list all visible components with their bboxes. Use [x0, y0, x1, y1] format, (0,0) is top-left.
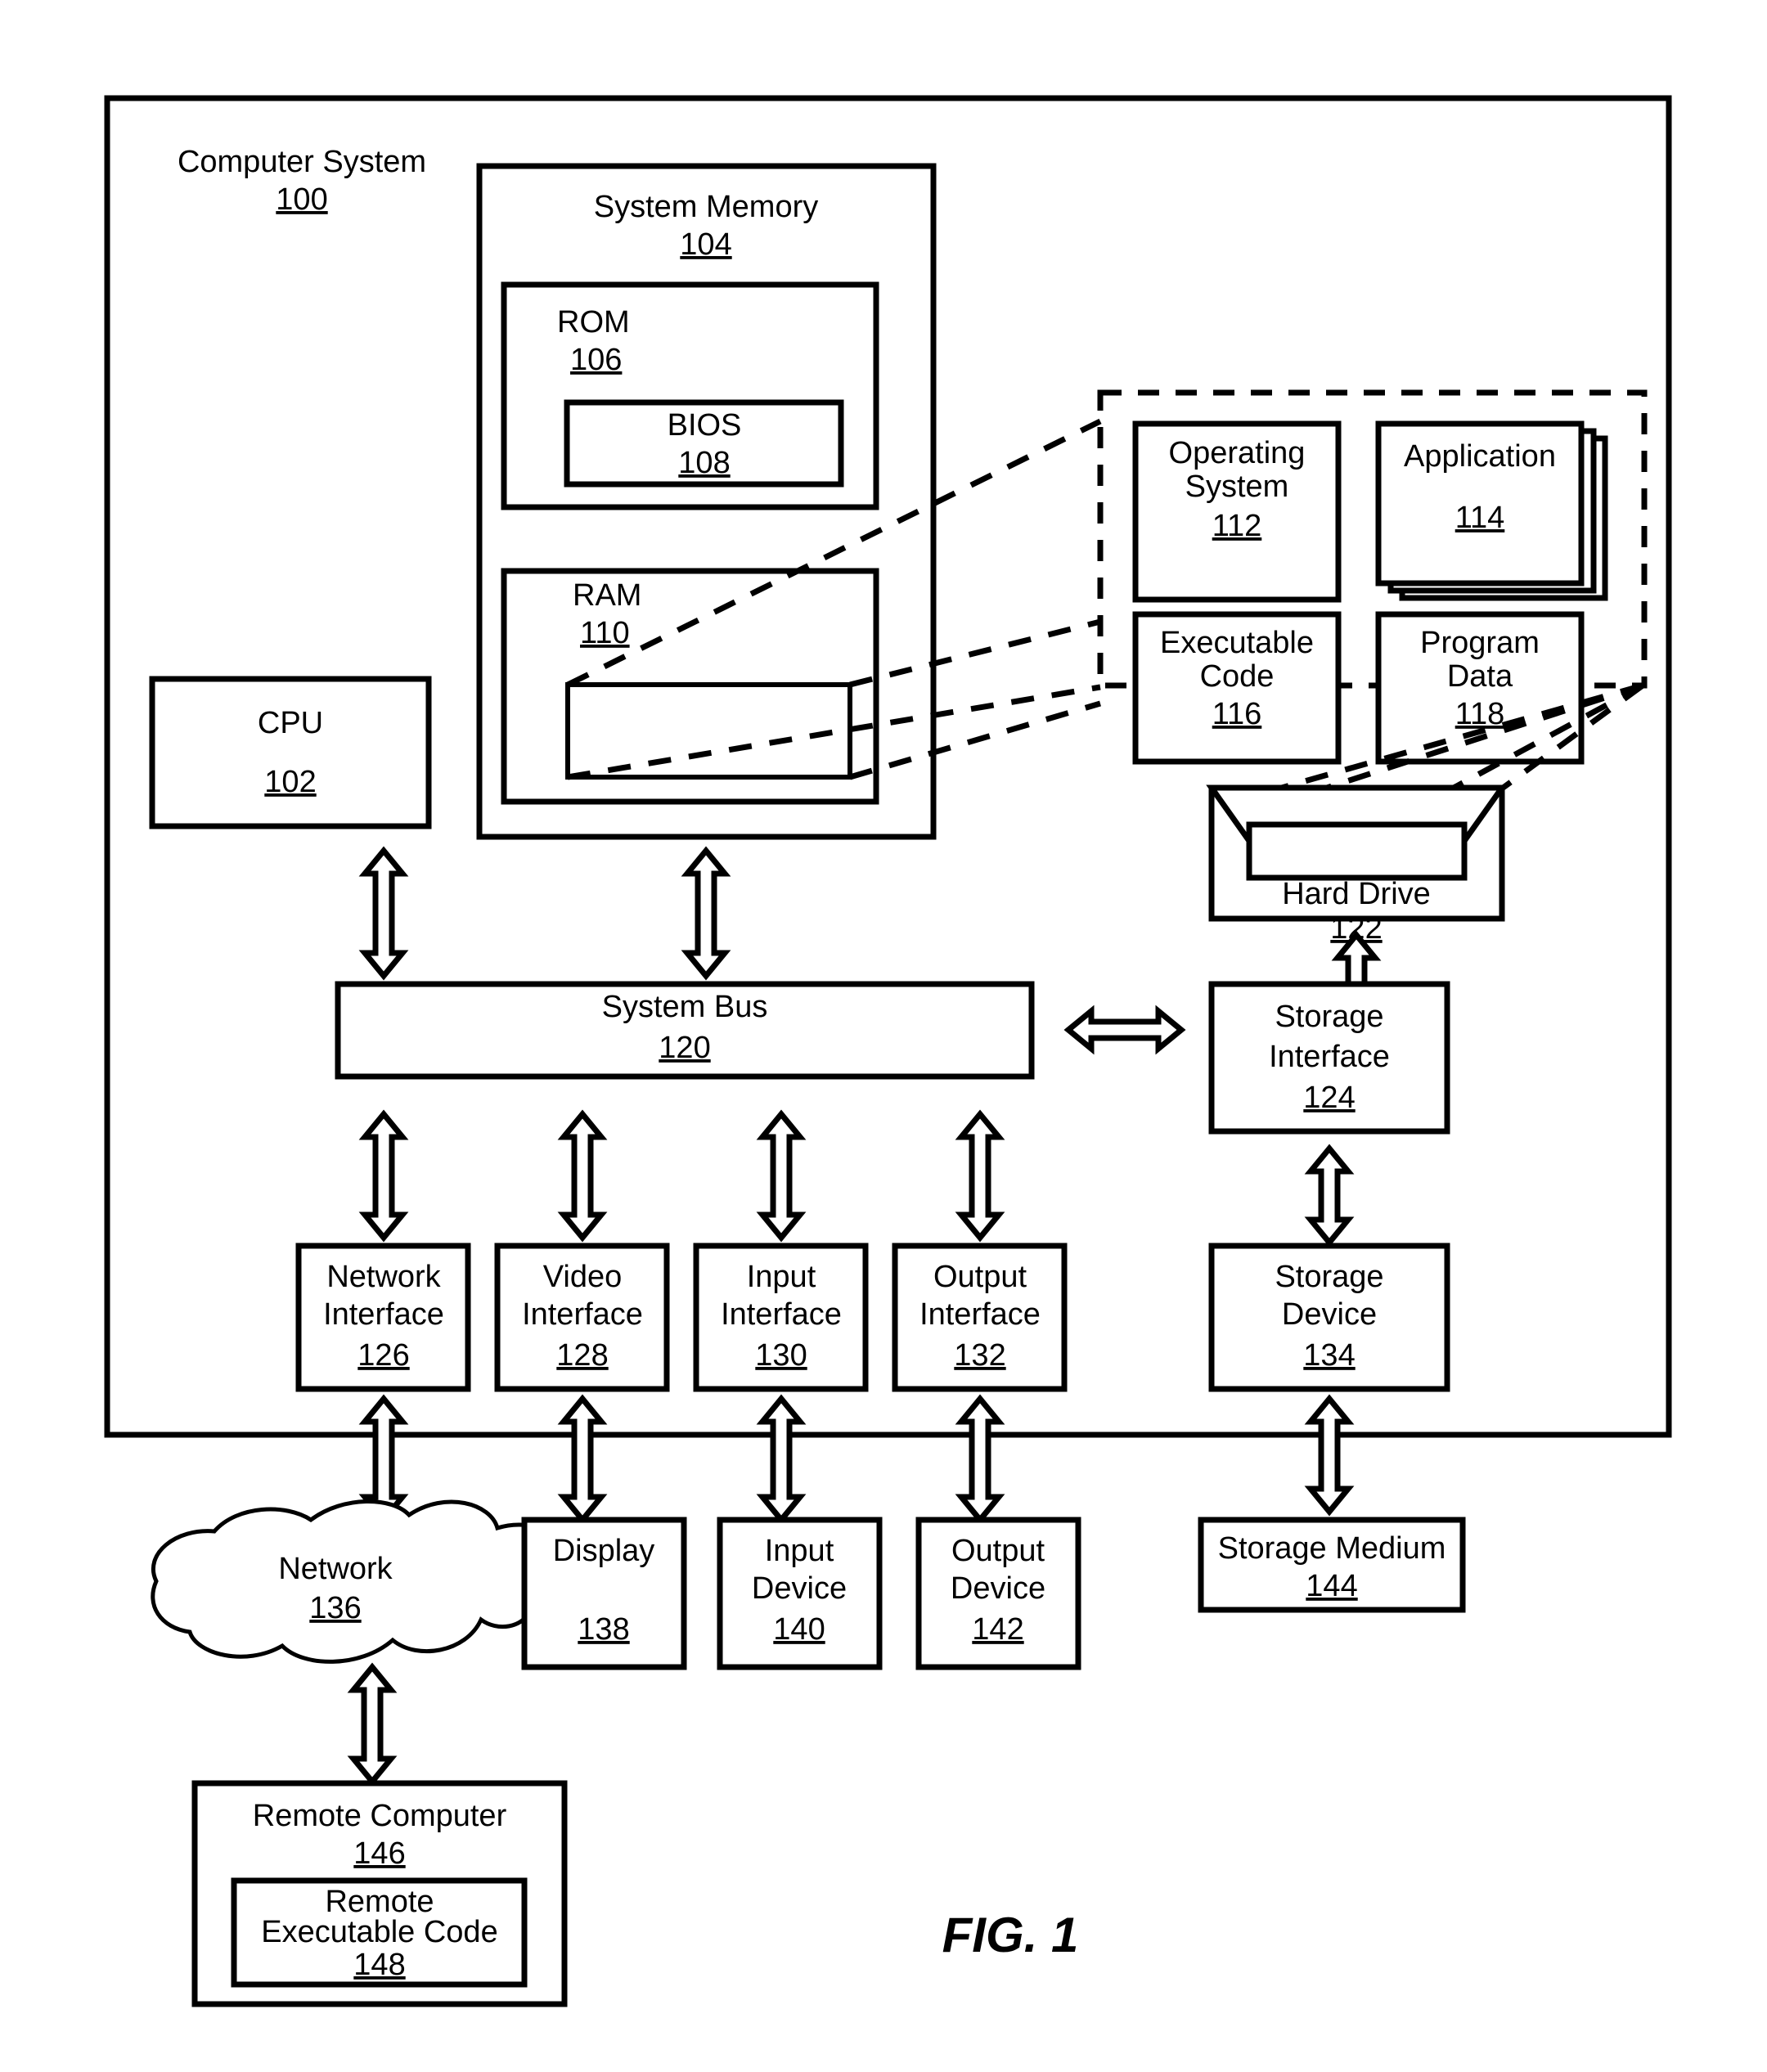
storage-interface-label-line1: Storage	[1275, 1000, 1383, 1034]
ram-inner-block	[565, 682, 852, 780]
cpu-ref: 102	[264, 765, 316, 799]
remote-executable-code-label-line2: Executable Code	[261, 1915, 497, 1949]
computer-system-ref: 100	[276, 182, 327, 217]
system-bus-ref: 120	[659, 1031, 710, 1065]
executable-code-ref: 116	[1212, 697, 1262, 731]
storage-interface-ref: 124	[1303, 1081, 1355, 1115]
output-device-ref: 142	[972, 1612, 1023, 1647]
arrow-bus-to-network-interface	[358, 1109, 409, 1243]
cpu-box[interactable]	[149, 676, 432, 829]
arrow-bus-to-video-interface	[557, 1109, 608, 1243]
display-ref: 138	[578, 1612, 629, 1647]
bios-label: BIOS	[668, 408, 742, 443]
input-interface-label-line1: Input	[747, 1260, 816, 1294]
output-interface-label-line1: Output	[933, 1260, 1027, 1294]
application-label: Application	[1404, 439, 1556, 474]
rom-ref: 106	[570, 343, 622, 377]
program-data-label-line1: Program	[1420, 626, 1540, 660]
figure-caption: FIG. 1	[942, 1908, 1079, 1962]
arrow-output-interface-to-output-device	[955, 1394, 1005, 1525]
input-interface-label-line2: Interface	[721, 1297, 842, 1332]
ram-label: RAM	[573, 578, 641, 613]
input-device-ref: 140	[773, 1612, 825, 1647]
remote-computer-ref: 146	[353, 1836, 405, 1871]
hard-drive-label: Hard Drive	[1282, 877, 1431, 911]
executable-code-label-line2: Code	[1200, 659, 1275, 694]
cpu-label: CPU	[258, 706, 323, 740]
storage-device-label-line2: Device	[1282, 1297, 1377, 1332]
computer-system-label: Computer System	[178, 145, 426, 179]
storage-device-ref: 134	[1303, 1338, 1355, 1373]
bios-ref: 108	[678, 446, 730, 480]
storage-medium-label: Storage Medium	[1218, 1531, 1446, 1566]
network-interface-ref: 126	[357, 1338, 409, 1373]
input-device-label-line1: Input	[765, 1534, 834, 1568]
network-interface-label-line2: Interface	[323, 1297, 444, 1332]
storage-interface-label-line2: Interface	[1269, 1040, 1390, 1074]
figure-root: Computer System 100 System Memory 104 RO…	[0, 0, 1767, 2072]
storage-medium-ref: 144	[1306, 1569, 1357, 1603]
system-memory-ref: 104	[680, 227, 731, 262]
remote-executable-code-ref: 148	[353, 1948, 405, 1982]
ram-ref: 110	[580, 616, 630, 650]
video-interface-label-line1: Video	[543, 1260, 623, 1294]
arrow-storage-interface-to-device	[1304, 1144, 1355, 1247]
arrow-network-to-remote-computer	[347, 1662, 398, 1787]
program-data-label-line2: Data	[1447, 659, 1513, 694]
executable-code-label-line1: Executable	[1160, 626, 1314, 660]
output-interface-ref: 132	[954, 1338, 1005, 1373]
output-device-label-line1: Output	[951, 1534, 1045, 1568]
arrow-input-interface-to-input-device	[756, 1394, 807, 1525]
arrow-memory-to-bus	[681, 846, 731, 981]
output-interface-label-line2: Interface	[919, 1297, 1041, 1332]
output-device-label-line2: Device	[951, 1571, 1045, 1606]
storage-device-label-line1: Storage	[1275, 1260, 1383, 1294]
operating-system-ref: 112	[1212, 509, 1262, 543]
display-label-line1: Display	[553, 1534, 655, 1568]
system-memory-label: System Memory	[594, 190, 818, 224]
rom-label: ROM	[557, 305, 630, 339]
operating-system-label-line1: Operating	[1169, 436, 1306, 470]
video-interface-label-line2: Interface	[522, 1297, 643, 1332]
application-ref: 114	[1455, 501, 1505, 535]
arrow-cpu-to-bus	[358, 846, 409, 981]
hard-drive-platter-body	[1246, 821, 1468, 881]
arrow-video-interface-to-display	[557, 1394, 608, 1525]
arrow-storage-device-to-medium	[1304, 1394, 1355, 1517]
arrow-bus-to-storage-interface	[1063, 1005, 1186, 1055]
network-interface-label-line1: Network	[326, 1260, 441, 1294]
input-device-label-line2: Device	[752, 1571, 847, 1606]
remote-computer-label: Remote Computer	[253, 1799, 507, 1833]
network-label: Network	[278, 1552, 393, 1586]
input-interface-ref: 130	[755, 1338, 807, 1373]
program-data-ref: 118	[1455, 697, 1505, 731]
operating-system-label-line2: System	[1185, 470, 1289, 504]
computer-system-block-diagram: Computer System 100 System Memory 104 RO…	[104, 95, 1672, 2007]
arrow-bus-to-output-interface	[955, 1109, 1005, 1243]
video-interface-ref: 128	[556, 1338, 608, 1373]
arrow-bus-to-input-interface	[756, 1109, 807, 1243]
remote-executable-code-label-line1: Remote	[325, 1885, 434, 1919]
system-bus-label: System Bus	[602, 990, 768, 1024]
network-ref: 136	[309, 1591, 361, 1625]
